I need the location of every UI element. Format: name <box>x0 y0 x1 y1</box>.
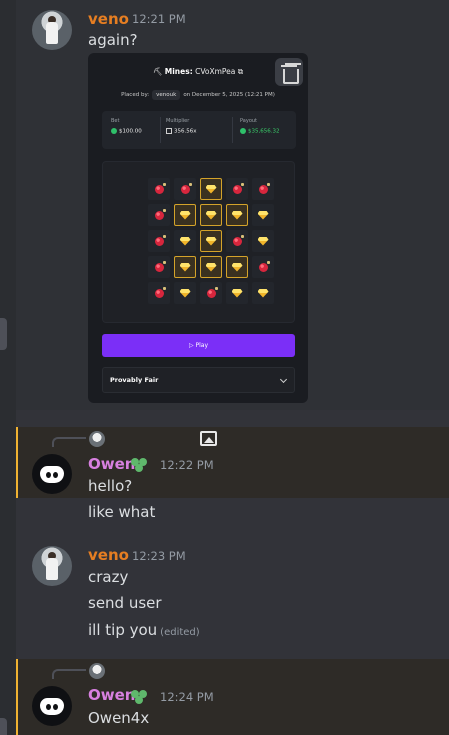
timestamp: 12:22 PM <box>160 458 214 472</box>
chevron-down-icon <box>279 375 288 384</box>
mines-cell <box>252 178 274 200</box>
bet-stat: Bet $100.00 <box>111 118 142 135</box>
mines-cell <box>174 204 196 226</box>
image-icon <box>200 431 217 446</box>
mines-cell <box>252 230 274 252</box>
gem-icon <box>179 236 191 246</box>
bomb-icon <box>154 182 166 194</box>
gem-icon <box>205 262 217 272</box>
username-owen[interactable]: Owen <box>88 686 135 704</box>
message-text: hello? <box>88 477 133 495</box>
reply-spine <box>52 669 86 679</box>
bomb-icon <box>154 260 166 272</box>
mines-cell <box>200 256 222 278</box>
avatar-owen[interactable] <box>32 686 72 726</box>
message-text: crazy <box>88 568 129 586</box>
left-rail <box>0 0 16 735</box>
gem-icon <box>231 210 243 220</box>
gem-icon <box>205 184 217 194</box>
mines-cell <box>174 282 196 304</box>
placed-by-line: Placed by: venouk on December 5, 2025 (12:… <box>121 90 275 100</box>
mines-cell <box>174 256 196 278</box>
bomb-icon <box>154 286 166 298</box>
mines-cell <box>148 204 170 226</box>
mines-cell <box>148 178 170 200</box>
gem-icon <box>231 288 243 298</box>
avatar-owen[interactable] <box>32 454 72 494</box>
gem-icon <box>231 262 243 272</box>
mines-cell <box>200 178 222 200</box>
message-text: again? <box>88 31 138 49</box>
gem-icon <box>179 210 191 220</box>
message-text: ill tip you (edited) <box>88 621 200 639</box>
reply-avatar <box>89 431 105 447</box>
provably-fair-dropdown[interactable]: Provably Fair <box>102 367 295 393</box>
gem-icon <box>205 236 217 246</box>
mines-cell <box>200 282 222 304</box>
mines-cell <box>226 204 248 226</box>
bomb-icon <box>154 208 166 220</box>
gem-icon <box>257 210 269 220</box>
mines-cell <box>252 204 274 226</box>
bomb-icon <box>206 286 218 298</box>
mines-cell <box>226 256 248 278</box>
username-owen[interactable]: Owen <box>88 455 135 473</box>
stats-panel: Bet $100.00 Multiplier 356.56x Payout $35,6… <box>102 111 296 149</box>
mines-cell <box>200 230 222 252</box>
mines-cell <box>252 256 274 278</box>
bomb-icon <box>258 182 270 194</box>
play-button[interactable]: ▷ Play <box>102 334 295 357</box>
mines-cell <box>226 178 248 200</box>
mines-cell <box>252 282 274 304</box>
gem-icon <box>257 236 269 246</box>
mines-cell <box>200 204 222 226</box>
mines-cell <box>148 282 170 304</box>
timestamp: 12:24 PM <box>160 690 214 704</box>
mines-cell <box>148 230 170 252</box>
gem-icon <box>179 288 191 298</box>
reply-avatar <box>89 663 105 679</box>
mines-board <box>102 161 295 323</box>
bomb-icon <box>154 234 166 246</box>
message-text: like what <box>88 503 156 521</box>
rail-indicator-bottom <box>0 718 7 735</box>
bomb-icon <box>258 260 270 272</box>
timestamp: 12:23 PM <box>132 549 186 563</box>
bomb-icon <box>180 182 192 194</box>
reply-spine <box>52 437 86 447</box>
rail-indicator <box>0 318 7 350</box>
role-badge-icon <box>130 456 148 472</box>
multiplier-stat: Multiplier 356.56x <box>166 118 197 135</box>
avatar-veno[interactable] <box>32 10 72 50</box>
gem-icon <box>179 262 191 272</box>
role-badge-icon <box>130 688 148 704</box>
bomb-icon <box>232 234 244 246</box>
gem-icon <box>205 210 217 220</box>
mines-result-image[interactable]: ⛏ Mines: CVoXmPea ⧉ Placed by: venouk on D… <box>88 53 308 403</box>
mines-cell <box>174 230 196 252</box>
mines-cell <box>174 178 196 200</box>
reply-preview[interactable] <box>109 664 112 679</box>
bomb-icon <box>232 182 244 194</box>
username-veno[interactable]: veno <box>88 10 129 28</box>
trash-icon[interactable] <box>275 58 303 86</box>
message-text: send user <box>88 594 162 612</box>
mines-cell <box>148 256 170 278</box>
message-text: Owen4x <box>88 709 150 727</box>
placed-user: venouk <box>152 90 181 100</box>
avatar-veno[interactable] <box>32 546 72 586</box>
chat-window: veno 12:21 PM again? ⛏ Mines: CVoXmPea ⧉… <box>0 0 449 735</box>
payout-stat: Payout $35,656.32 <box>240 118 280 135</box>
username-veno[interactable]: veno <box>88 546 129 564</box>
timestamp: 12:21 PM <box>132 12 186 26</box>
mines-cell <box>226 282 248 304</box>
gem-icon <box>257 288 269 298</box>
mines-cell <box>226 230 248 252</box>
